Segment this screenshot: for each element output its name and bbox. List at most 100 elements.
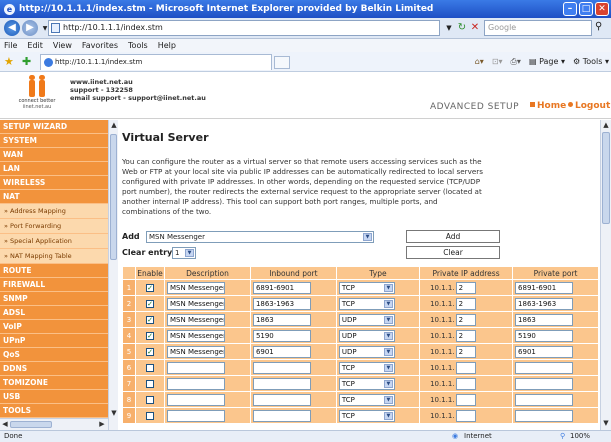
private-port-input[interactable]: [515, 409, 574, 422]
enable-checkbox[interactable]: ✓: [146, 331, 154, 340]
menu-favorites[interactable]: Favorites: [82, 39, 118, 52]
logout-link[interactable]: Logout: [568, 101, 610, 111]
enable-checkbox[interactable]: ✓: [146, 283, 154, 292]
inbound-port-input[interactable]: 5190: [252, 329, 311, 342]
search-icon[interactable]: ⚲: [595, 21, 602, 32]
enable-checkbox[interactable]: [146, 363, 154, 372]
forward-button[interactable]: ▶: [22, 20, 38, 36]
inbound-port-input[interactable]: 6901: [252, 345, 311, 358]
sidebar-item[interactable]: NAT: [0, 190, 108, 204]
description-input[interactable]: [167, 393, 225, 406]
sidebar-item[interactable]: TOOLS: [0, 404, 108, 418]
description-input[interactable]: MSN Messenger: [167, 345, 225, 358]
inbound-port-input[interactable]: [252, 409, 311, 422]
type-select[interactable]: TCP ▼: [338, 281, 395, 294]
feeds-icon[interactable]: ⊡▾: [492, 55, 503, 69]
menu-tools[interactable]: Tools: [128, 39, 148, 52]
private-port-input[interactable]: [515, 377, 574, 390]
description-input[interactable]: [167, 377, 225, 390]
description-input[interactable]: [167, 409, 225, 422]
clear-entry-select[interactable]: 1 ▼: [172, 247, 196, 259]
type-select[interactable]: TCP ▼: [338, 377, 395, 390]
type-select[interactable]: TCP ▼: [338, 393, 395, 406]
type-select[interactable]: TCP ▼: [338, 409, 395, 422]
back-button[interactable]: ◀: [4, 20, 20, 36]
menu-view[interactable]: View: [53, 39, 72, 52]
status-zoom[interactable]: 100%: [570, 431, 590, 442]
sidebar-item[interactable]: » NAT Mapping Table: [0, 249, 108, 264]
sidebar-item[interactable]: SNMP: [0, 292, 108, 306]
inbound-port-input[interactable]: 1863: [252, 313, 311, 326]
enable-checkbox[interactable]: [146, 395, 154, 404]
zoom-icon[interactable]: ⚲: [560, 431, 565, 442]
sidebar-item[interactable]: QoS: [0, 348, 108, 362]
sidebar-item[interactable]: DDNS: [0, 362, 108, 376]
home-link[interactable]: Home: [530, 101, 566, 111]
sidebar-item[interactable]: ROUTE: [0, 264, 108, 278]
inbound-port-input[interactable]: 1863-1963: [252, 297, 311, 310]
private-port-input[interactable]: 1863-1963: [515, 297, 574, 310]
minimize-button[interactable]: –: [563, 2, 577, 16]
address-dropdown-icon[interactable]: ▼: [442, 21, 456, 35]
description-input[interactable]: MSN Messenger: [167, 313, 225, 326]
sidebar-hscroll-thumb[interactable]: [10, 421, 52, 428]
private-port-input[interactable]: 6901: [515, 345, 574, 358]
sidebar-item[interactable]: » Port Forwarding: [0, 219, 108, 234]
description-input[interactable]: [167, 361, 225, 374]
favorites-star-icon[interactable]: ★: [4, 55, 14, 68]
home-icon[interactable]: ⌂▾: [475, 55, 484, 69]
sidebar-item[interactable]: FIREWALL: [0, 278, 108, 292]
page-vscroll-thumb[interactable]: [602, 132, 610, 224]
enable-checkbox[interactable]: ✓: [146, 315, 154, 324]
enable-checkbox[interactable]: [146, 411, 154, 420]
tab-current[interactable]: http://10.1.1.1/index.stm: [40, 54, 272, 70]
enable-checkbox[interactable]: [146, 379, 154, 388]
type-select[interactable]: UDP ▼: [338, 345, 395, 358]
sidebar-scroll-up-icon[interactable]: ▲: [109, 120, 119, 130]
stop-icon[interactable]: ✕: [468, 21, 482, 35]
private-port-input[interactable]: 1863: [515, 313, 574, 326]
sidebar-item[interactable]: USB: [0, 390, 108, 404]
private-ip-input[interactable]: [455, 377, 476, 390]
sidebar-item[interactable]: WAN: [0, 148, 108, 162]
sidebar-item[interactable]: ADSL: [0, 306, 108, 320]
private-ip-input[interactable]: 2: [455, 345, 476, 358]
private-port-input[interactable]: [515, 361, 574, 374]
close-button[interactable]: ✕: [595, 2, 609, 16]
search-input[interactable]: Google: [484, 20, 592, 36]
sidebar-item[interactable]: » Special Application: [0, 234, 108, 249]
enable-checkbox[interactable]: ✓: [146, 347, 154, 356]
page-menu[interactable]: ▤ Page ▾: [529, 55, 565, 69]
type-select[interactable]: TCP ▼: [338, 297, 395, 310]
type-select[interactable]: UDP ▼: [338, 329, 395, 342]
menu-file[interactable]: File: [4, 39, 17, 52]
sidebar-item[interactable]: » Address Mapping: [0, 204, 108, 219]
private-ip-input[interactable]: 2: [455, 281, 476, 294]
address-input[interactable]: http://10.1.1.1/index.stm: [48, 20, 440, 36]
sidebar-horizontal-scrollbar[interactable]: ◀ ▶: [0, 418, 108, 430]
private-ip-input[interactable]: 2: [455, 313, 476, 326]
add-favorite-icon[interactable]: ✚: [22, 55, 31, 68]
sidebar-item[interactable]: LAN: [0, 162, 108, 176]
scroll-right-icon[interactable]: ▶: [97, 419, 107, 429]
page-vertical-scrollbar[interactable]: ▲ ▼: [600, 120, 611, 430]
inbound-port-input[interactable]: 6891-6901: [252, 281, 311, 294]
sidebar-item[interactable]: WIRELESS: [0, 176, 108, 190]
sidebar-vertical-scrollbar[interactable]: ▲ ▼: [108, 120, 118, 430]
sidebar-item[interactable]: TOMIZONE: [0, 376, 108, 390]
inbound-port-input[interactable]: [252, 361, 311, 374]
sidebar-item[interactable]: SYSTEM: [0, 134, 108, 148]
sidebar-scroll-down-icon[interactable]: ▼: [109, 408, 119, 418]
private-port-input[interactable]: 6891-6901: [515, 281, 574, 294]
type-select[interactable]: TCP ▼: [338, 361, 395, 374]
scroll-left-icon[interactable]: ◀: [0, 419, 10, 429]
private-ip-input[interactable]: 2: [455, 329, 476, 342]
inbound-port-input[interactable]: [252, 377, 311, 390]
private-port-input[interactable]: 5190: [515, 329, 574, 342]
private-ip-input[interactable]: [455, 409, 476, 422]
sidebar-item[interactable]: SETUP WIZARD: [0, 120, 108, 134]
print-icon[interactable]: ⎙▾: [511, 55, 521, 69]
enable-checkbox[interactable]: ✓: [146, 299, 154, 308]
sidebar-item[interactable]: VoIP: [0, 320, 108, 334]
inbound-port-input[interactable]: [252, 393, 311, 406]
